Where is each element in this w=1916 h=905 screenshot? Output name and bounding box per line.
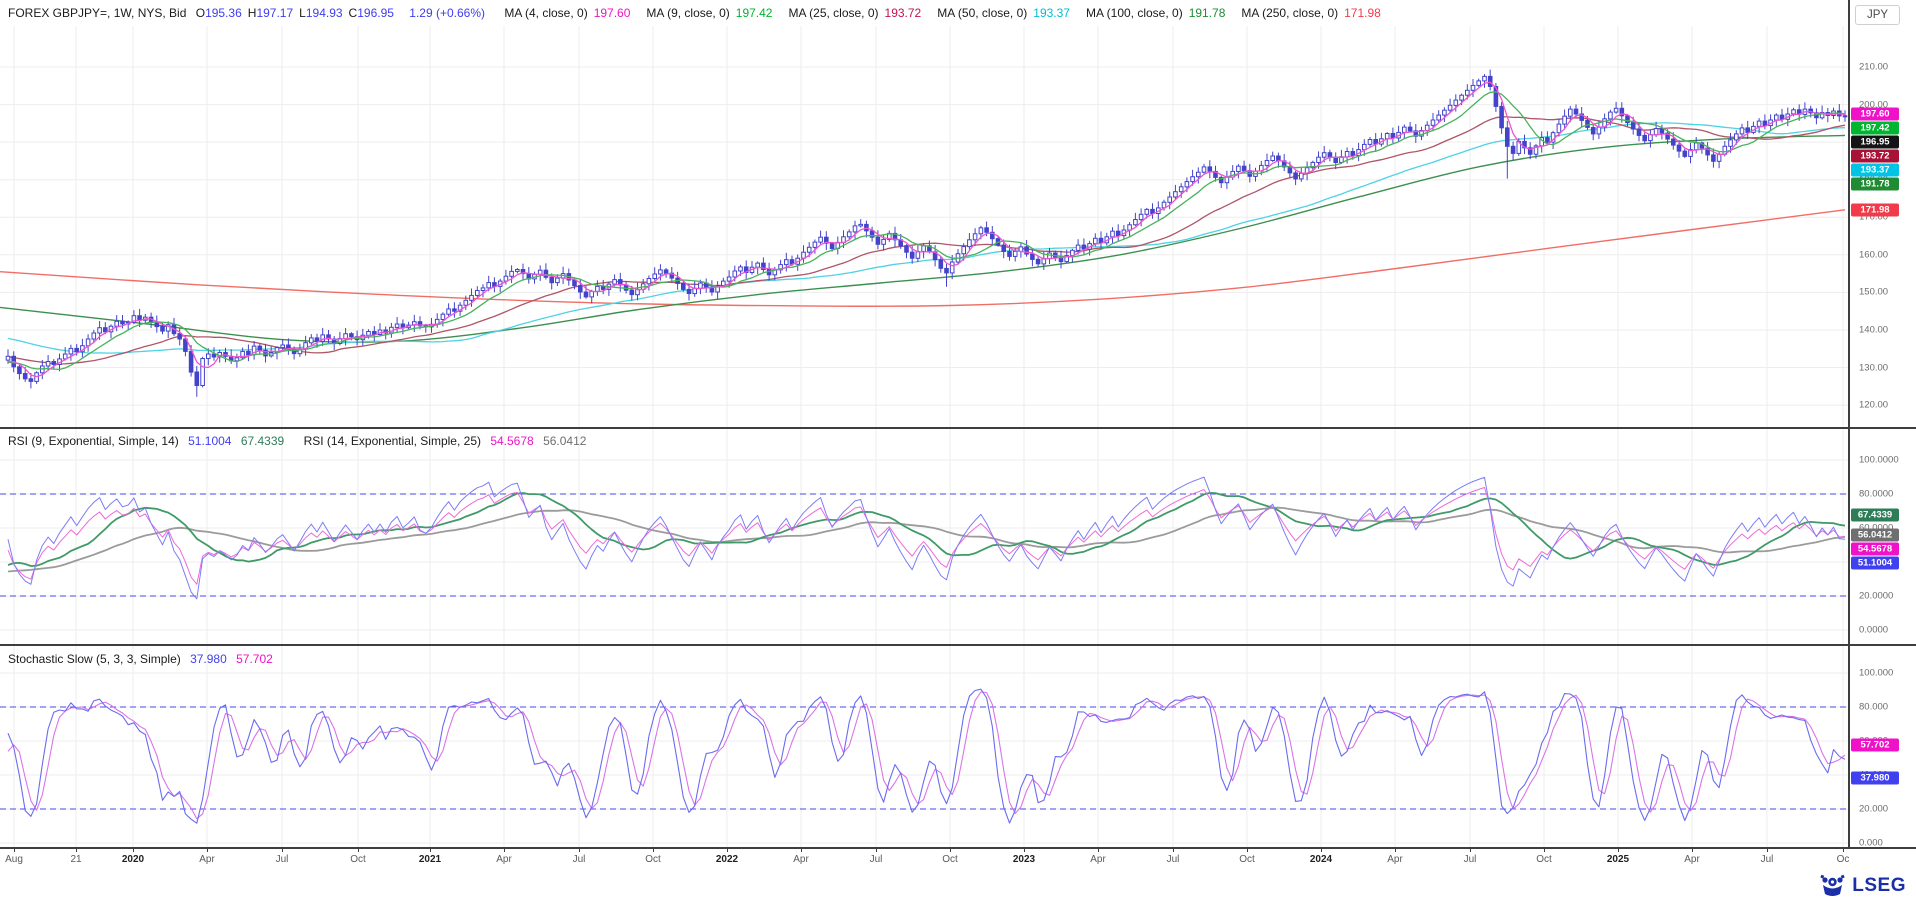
price-badge: 56.0412 <box>1851 528 1899 541</box>
price-badge: 51.1004 <box>1851 556 1899 569</box>
chart-window: FOREX GBPJPY=, 1W, NYS, Bid O195.36 H197.… <box>0 0 1916 905</box>
axis-tick-label: 130.00 <box>1859 362 1888 373</box>
time-tick-label: 21 <box>70 854 81 865</box>
price-badge: 197.42 <box>1851 121 1899 134</box>
axis-tick-label: 20.0000 <box>1859 591 1893 602</box>
price-badge: 193.72 <box>1851 149 1899 162</box>
time-tick-label: Apr <box>1387 854 1403 865</box>
ma-legend-value: 197.42 <box>736 6 773 20</box>
ma-legend-label: MA (9, close, 0) <box>646 6 729 20</box>
ma-legend-value: 193.37 <box>1033 6 1070 20</box>
axis-tick-label: 80.0000 <box>1859 489 1893 500</box>
lseg-logo: LSEG <box>1819 872 1906 899</box>
panel-divider-2[interactable] <box>0 644 1916 646</box>
ma-legend-value: 191.78 <box>1189 6 1226 20</box>
time-tick-label: Apr <box>496 854 512 865</box>
ma-legend-label: MA (25, close, 0) <box>788 6 878 20</box>
change-value: 1.29 (+0.66%) <box>409 6 485 20</box>
stochastic-header: Stochastic Slow (5, 3, 3, Simple) 37.980… <box>8 652 279 666</box>
time-tick-label: Apr <box>1090 854 1106 865</box>
ma-legend-label: MA (50, close, 0) <box>937 6 1027 20</box>
time-tick-label: Oct <box>1536 854 1552 865</box>
time-tick-label: Oct <box>350 854 366 865</box>
price-badge: 193.37 <box>1851 163 1899 176</box>
time-tick-label: Apr <box>199 854 215 865</box>
ma-legend-value: 171.98 <box>1344 6 1381 20</box>
ma-legend: MA (4, close, 0) 197.60 MA (9, close, 0) 19… <box>504 6 1397 20</box>
time-tick-label: Jul <box>1464 854 1477 865</box>
time-tick-label: Jul <box>573 854 586 865</box>
time-tick-label: Apr <box>1684 854 1700 865</box>
time-tick-label: Jul <box>870 854 883 865</box>
lseg-crest-icon <box>1819 872 1846 899</box>
price-badge: 171.98 <box>1851 203 1899 216</box>
time-tick-label: Oct <box>942 854 958 865</box>
axis-tick-label: 160.00 <box>1859 249 1888 260</box>
panel-divider-1[interactable] <box>0 427 1916 429</box>
time-tick-label: Oc <box>1837 854 1850 865</box>
time-tick-label: Apr <box>793 854 809 865</box>
rsi-label-2: RSI (14, Exponential, Simple, 25) <box>304 434 481 448</box>
axis-tick-label: 100.000 <box>1859 668 1893 679</box>
axis-tick-label: 100.0000 <box>1859 455 1899 466</box>
price-badge: 57.702 <box>1851 738 1899 751</box>
ohlc-item: L194.93 <box>299 6 342 20</box>
axis-tick-label: 120.00 <box>1859 400 1888 411</box>
axis-tick-label: 210.00 <box>1859 62 1888 73</box>
currency-chip[interactable]: JPY <box>1855 5 1900 25</box>
price-badge: 191.78 <box>1851 177 1899 190</box>
time-tick-label: 2021 <box>419 854 441 865</box>
ma-legend-label: MA (250, close, 0) <box>1241 6 1338 20</box>
rsi-value-4: 56.0412 <box>543 434 586 448</box>
time-tick-label: 2023 <box>1013 854 1035 865</box>
stoch-label: Stochastic Slow (5, 3, 3, Simple) <box>8 652 181 666</box>
ma-legend-label: MA (4, close, 0) <box>504 6 587 20</box>
time-tick-label: 2022 <box>716 854 738 865</box>
price-badge: 67.4339 <box>1851 509 1899 522</box>
axis-tick-label: 20.000 <box>1859 804 1888 815</box>
time-tick-label: Aug <box>5 854 23 865</box>
time-tick-label: 2024 <box>1310 854 1332 865</box>
price-badge: 196.95 <box>1851 135 1899 148</box>
ma-legend-label: MA (100, close, 0) <box>1086 6 1183 20</box>
chart-plot-area[interactable] <box>0 0 1848 848</box>
ma-legend-value: 197.60 <box>594 6 631 20</box>
time-tick-label: Jul <box>1761 854 1774 865</box>
time-tick-label: Oct <box>1239 854 1255 865</box>
axis-tick-label: 0.0000 <box>1859 625 1888 636</box>
ma-legend-value: 193.72 <box>885 6 922 20</box>
rsi-value-1: 51.1004 <box>188 434 231 448</box>
time-tick-label: Jul <box>276 854 289 865</box>
ohlc-item: C196.95 <box>349 6 394 20</box>
price-axis[interactable]: JPY 210.00200.00190.00180.00170.00160.00… <box>1848 0 1916 848</box>
time-axis[interactable]: Aug 21 2020 Apr Jul Oct 2021 Apr Jul Oct 2022 Apr Ju… <box>0 848 1916 878</box>
lseg-logo-text: LSEG <box>1852 875 1906 897</box>
time-tick-label: Jul <box>1167 854 1180 865</box>
time-tick-label: 2020 <box>122 854 144 865</box>
ohlc-item: H197.17 <box>248 6 293 20</box>
time-axis-line <box>0 847 1916 849</box>
axis-tick-label: 140.00 <box>1859 325 1888 336</box>
rsi-header: RSI (9, Exponential, Simple, 14) 51.1004… <box>8 434 592 448</box>
price-badge: 197.60 <box>1851 107 1899 120</box>
stoch-value-1: 37.980 <box>190 652 227 666</box>
time-tick-label: 2025 <box>1607 854 1629 865</box>
ohlc-values: O195.36 H197.17 L194.93 C196.95 <box>196 6 400 20</box>
stoch-value-2: 57.702 <box>236 652 273 666</box>
rsi-label-1: RSI (9, Exponential, Simple, 14) <box>8 434 179 448</box>
rsi-value-3: 54.5678 <box>490 434 533 448</box>
ohlc-item: O195.36 <box>196 6 242 20</box>
price-badge: 54.5678 <box>1851 542 1899 555</box>
rsi-value-2: 67.4339 <box>241 434 284 448</box>
price-badge: 37.980 <box>1851 772 1899 785</box>
time-tick-label: Oct <box>645 854 661 865</box>
axis-tick-label: 150.00 <box>1859 287 1888 298</box>
instrument-header: FOREX GBPJPY=, 1W, NYS, Bid O195.36 H197.… <box>8 6 1403 20</box>
axis-tick-label: 80.000 <box>1859 702 1888 713</box>
instrument-title: FOREX GBPJPY=, 1W, NYS, Bid <box>8 6 186 20</box>
